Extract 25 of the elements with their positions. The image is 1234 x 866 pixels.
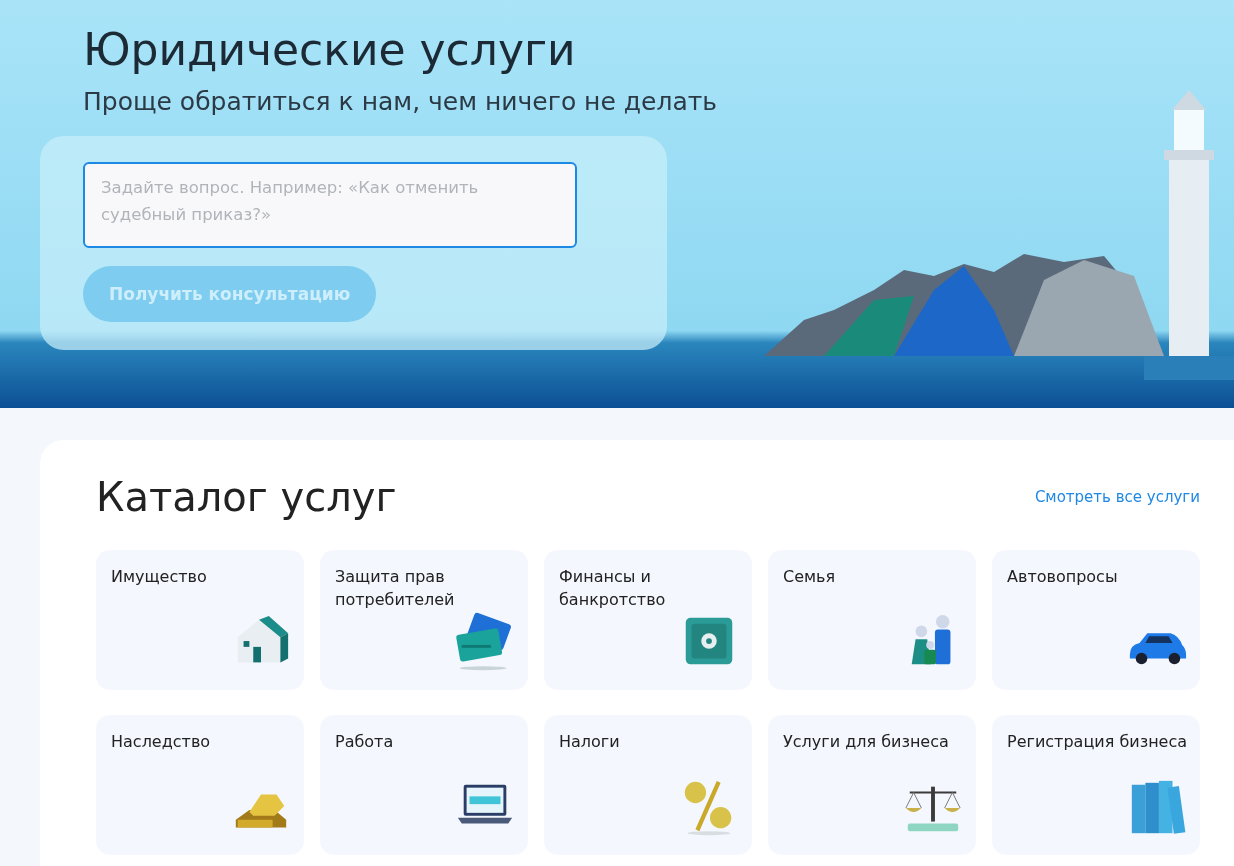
service-card[interactable]: Услуги для бизнеса xyxy=(768,715,976,855)
page-subtitle: Проще обратиться к нам, чем ничего не делать xyxy=(83,87,719,116)
service-card[interactable]: Финансы и банкротство xyxy=(544,550,752,690)
service-card[interactable]: Автовопросы xyxy=(992,550,1200,690)
service-card[interactable]: Защита прав потребителей xyxy=(320,550,528,690)
catalog-title: Каталог услуг xyxy=(96,474,397,520)
service-label: Услуги для бизнеса xyxy=(783,731,950,753)
service-label: Регистрация бизнеса xyxy=(1007,731,1189,753)
service-label: Имущество xyxy=(111,566,208,588)
service-card[interactable]: Работа xyxy=(320,715,528,855)
service-card[interactable]: Налоги xyxy=(544,715,752,855)
page-title: Юридические услуги xyxy=(83,24,577,75)
all-services-link[interactable]: Смотреть все услуги xyxy=(1034,488,1200,506)
service-card[interactable]: Семья xyxy=(768,550,976,690)
service-card[interactable]: Имущество xyxy=(96,550,304,690)
service-card[interactable]: Наследство xyxy=(96,715,304,855)
service-card[interactable]: Регистрация бизнеса xyxy=(992,715,1200,855)
service-label: Налоги xyxy=(559,731,621,753)
service-label: Автовопросы xyxy=(1007,566,1119,588)
service-label: Защита прав потребителей xyxy=(335,566,456,611)
service-label: Наследство xyxy=(111,731,212,753)
service-label: Семья xyxy=(783,566,837,588)
service-label: Финансы и банкротство xyxy=(559,566,667,611)
question-field[interactable]: Задайте вопрос. Например: «Как отменить судебный приказ?» xyxy=(83,162,577,248)
service-label: Работа xyxy=(335,731,395,753)
